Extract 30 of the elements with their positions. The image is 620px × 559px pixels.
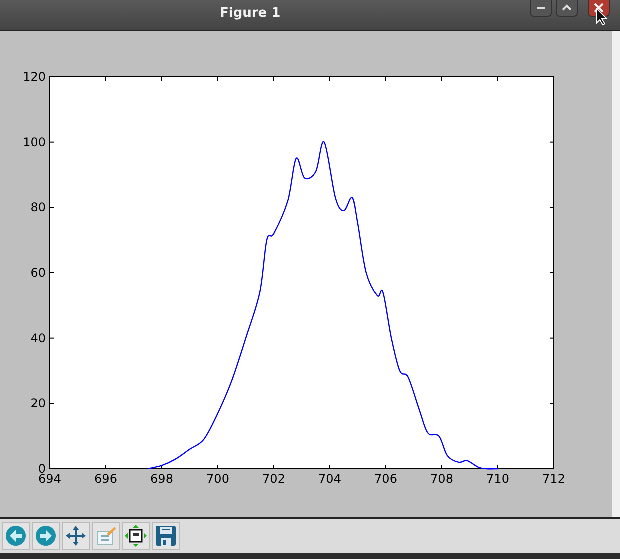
x-tick-label: 704 bbox=[318, 472, 342, 486]
x-tick-label: 700 bbox=[206, 472, 230, 486]
subplots-button[interactable] bbox=[122, 522, 150, 550]
y-tick-label: 20 bbox=[30, 396, 46, 411]
mouse-cursor-icon bbox=[596, 8, 608, 26]
maximize-button[interactable] bbox=[556, 0, 578, 17]
save-button[interactable] bbox=[152, 522, 180, 550]
x-tick-label: 710 bbox=[486, 472, 510, 486]
move-arrows-icon bbox=[65, 525, 87, 547]
y-tick-label: 80 bbox=[30, 200, 46, 215]
x-tick-label: 698 bbox=[150, 472, 174, 486]
x-tick-label: 712 bbox=[542, 472, 566, 486]
document-pencil-icon bbox=[95, 525, 117, 547]
y-tick-label: 60 bbox=[30, 266, 46, 280]
close-button[interactable] bbox=[588, 0, 610, 17]
x-tick-label: 706 bbox=[374, 472, 398, 486]
back-button[interactable] bbox=[2, 522, 30, 550]
minimize-button[interactable] bbox=[530, 0, 552, 17]
x-tick-label: 694 bbox=[38, 472, 62, 486]
close-icon bbox=[593, 2, 605, 14]
x-tick-label: 702 bbox=[262, 472, 286, 486]
forward-button[interactable] bbox=[32, 522, 60, 550]
x-tick-label: 696 bbox=[94, 472, 118, 486]
window-title: Figure 1 bbox=[220, 6, 281, 21]
y-tick-label: 120 bbox=[23, 70, 46, 84]
y-tick-label: 100 bbox=[23, 135, 46, 150]
frame-arrows-icon bbox=[125, 525, 147, 547]
y-tick-label: 40 bbox=[30, 331, 46, 346]
x-tick-label: 708 bbox=[430, 472, 454, 486]
pan-button[interactable] bbox=[62, 522, 90, 550]
